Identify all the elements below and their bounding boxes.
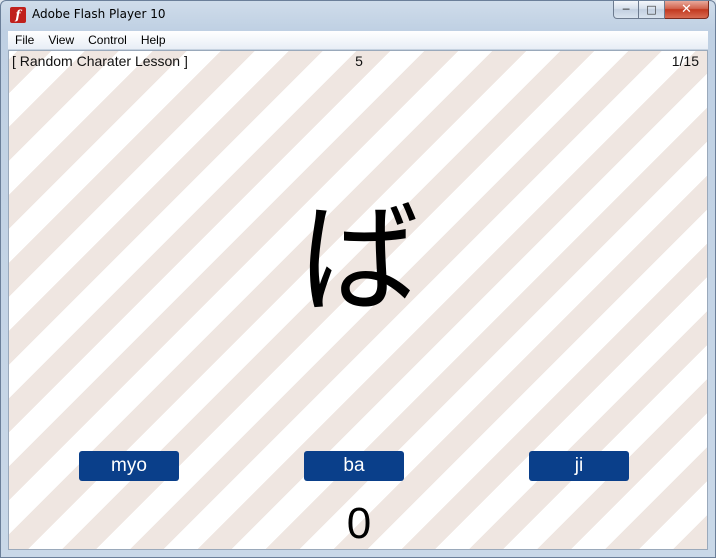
close-button[interactable]: ✕: [665, 1, 709, 19]
kana-character: ば: [299, 191, 419, 330]
score-counter: 0: [346, 499, 372, 548]
minimize-icon: ─: [622, 3, 630, 16]
menu-help[interactable]: Help: [134, 33, 173, 47]
lesson-title: [ Random Charater Lesson ]: [12, 53, 188, 69]
menu-view[interactable]: View: [41, 33, 81, 47]
close-icon: ✕: [681, 2, 692, 17]
answer-button-ji[interactable]: ji: [529, 451, 629, 481]
window-title: Adobe Flash Player 10: [32, 7, 166, 21]
title-bar[interactable]: f Adobe Flash Player 10 ─ □ ✕: [1, 1, 715, 29]
maximize-icon: □: [646, 3, 657, 16]
lesson-progress: 1/15: [671, 53, 699, 69]
maximize-button[interactable]: □: [639, 1, 665, 19]
answer-button-myo[interactable]: myo: [79, 451, 179, 481]
menu-control[interactable]: Control: [81, 33, 134, 47]
flash-player-window: f Adobe Flash Player 10 ─ □ ✕ File View …: [0, 0, 716, 558]
flash-icon: f: [10, 7, 26, 23]
window-controls: ─ □ ✕: [613, 1, 709, 21]
answer-button-ba[interactable]: ba: [304, 451, 404, 481]
minimize-button[interactable]: ─: [613, 1, 639, 19]
menu-bar: File View Control Help: [8, 31, 708, 50]
menu-file[interactable]: File: [8, 33, 41, 47]
lesson-level: 5: [355, 53, 363, 69]
flash-stage: [ Random Charater Lesson ] 5 1/15 ば myo …: [8, 50, 708, 550]
